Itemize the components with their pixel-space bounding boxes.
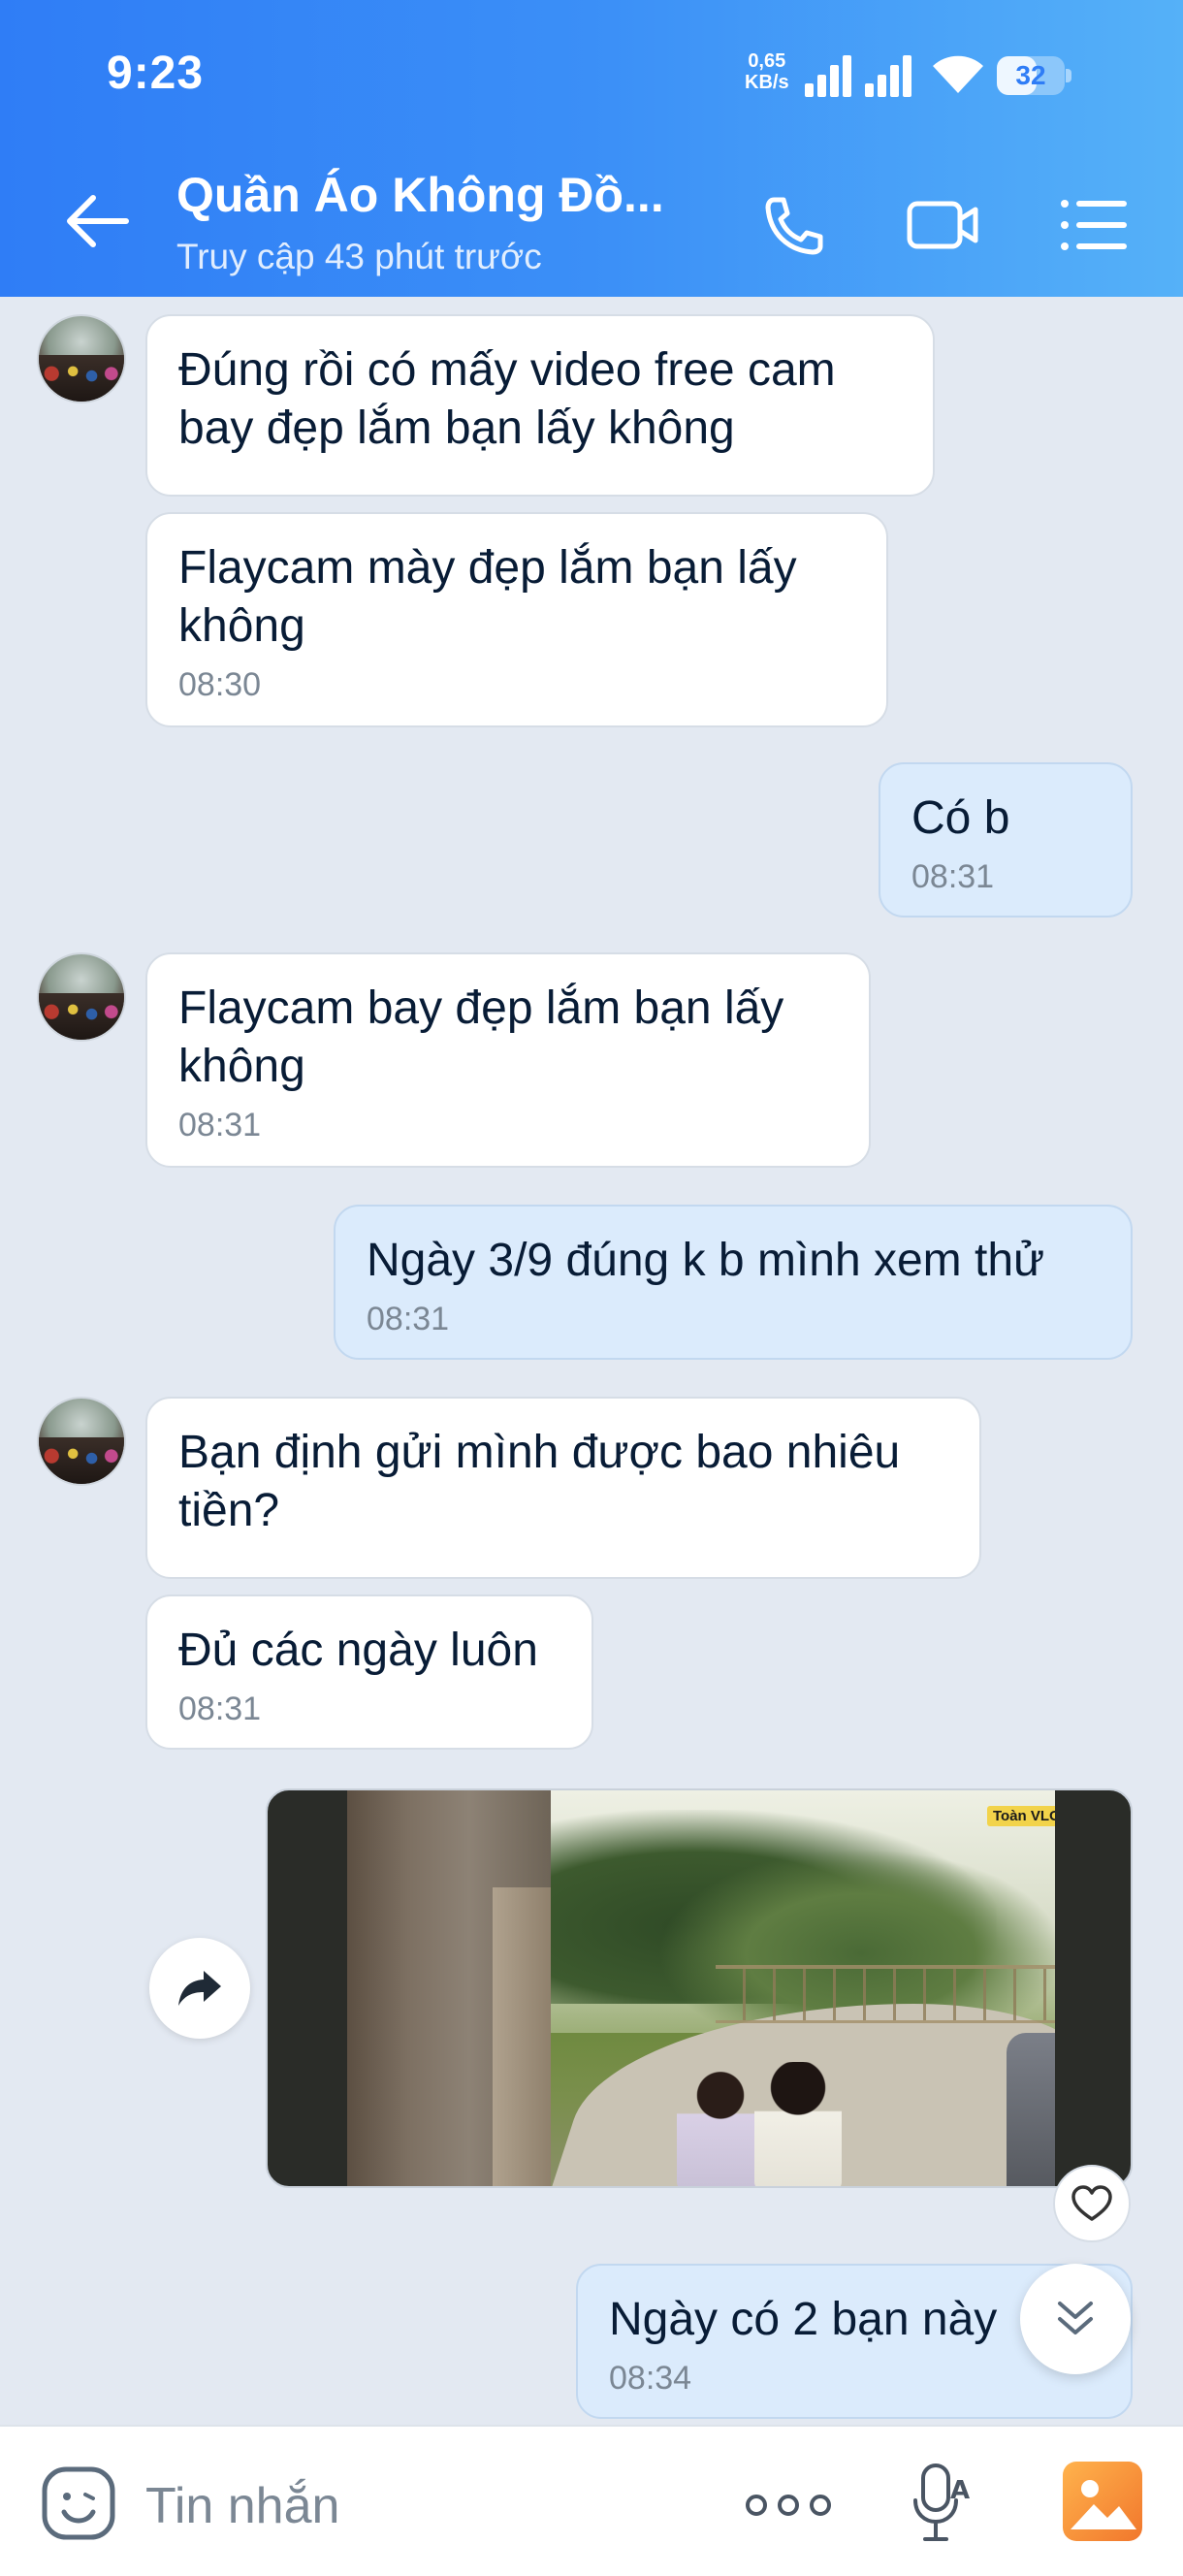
like-button[interactable] xyxy=(1053,2165,1131,2242)
scroll-to-bottom-button[interactable] xyxy=(1020,2264,1131,2374)
outgoing-message[interactable]: Có b 08:31 xyxy=(879,762,1133,918)
video-thumbnail: Toàn VLOG xyxy=(347,1790,1055,2186)
message-text: Flaycam bay đẹp lắm bạn lấy không xyxy=(178,982,784,1092)
message-list[interactable]: Đúng rồi có mấy video free cam bay đẹp l… xyxy=(0,297,1183,2425)
cell-signal-icon xyxy=(805,55,851,97)
last-seen-status: Truy cập 43 phút trước xyxy=(176,237,542,276)
message-text: Đủ các ngày luôn xyxy=(178,1625,538,1676)
status-time: 9:23 xyxy=(107,48,205,99)
svg-text:A: A xyxy=(950,2476,970,2505)
video-attachment[interactable]: Toàn VLOG xyxy=(266,1788,1133,2188)
message-text: Đúng rồi có mấy video free cam bay đẹp l… xyxy=(178,344,836,454)
share-button[interactable] xyxy=(149,1938,250,2039)
chat-title[interactable]: Quần Áo Không Đồ... xyxy=(176,167,664,223)
message-time: 08:31 xyxy=(911,858,995,895)
network-speed: 0,65 KB/s xyxy=(745,50,789,93)
list-menu-icon[interactable] xyxy=(1057,194,1135,256)
share-arrow-icon xyxy=(178,1971,221,2006)
phone-icon[interactable] xyxy=(752,194,830,256)
contact-avatar[interactable] xyxy=(37,1397,126,1486)
battery-indicator: 32 xyxy=(997,56,1071,95)
message-text: Có b xyxy=(911,792,1010,844)
more-dots-icon[interactable] xyxy=(743,2481,834,2529)
back-arrow-icon[interactable] xyxy=(58,190,136,252)
cell-signal-icon xyxy=(865,55,911,97)
heart-icon xyxy=(1071,2185,1112,2221)
incoming-message[interactable]: Đủ các ngày luôn 08:31 xyxy=(145,1594,593,1750)
incoming-message[interactable]: Bạn định gửi mình được bao nhiêu tiền? xyxy=(145,1397,981,1579)
mic-icon[interactable]: A xyxy=(911,2462,979,2545)
message-text: Flaycam mày đẹp lắm bạn lấy không xyxy=(178,542,797,652)
message-text: Bạn định gửi mình được bao nhiêu tiền? xyxy=(178,1427,901,1536)
wifi-icon xyxy=(933,55,983,93)
network-speed-unit: KB/s xyxy=(745,72,789,93)
network-speed-value: 0,65 xyxy=(748,50,786,72)
double-chevron-down-icon xyxy=(1058,2302,1093,2334)
message-time: 08:31 xyxy=(367,1301,450,1337)
message-time: 08:30 xyxy=(178,666,262,703)
message-input-bar: Tin nhắn A xyxy=(0,2425,1183,2576)
video-watermark: Toàn VLOG xyxy=(987,1806,1055,1826)
contact-avatar[interactable] xyxy=(37,952,126,1042)
image-icon[interactable] xyxy=(1063,2462,1142,2541)
incoming-message[interactable]: Đúng rồi có mấy video free cam bay đẹp l… xyxy=(145,314,935,497)
video-camera-icon[interactable] xyxy=(904,194,981,256)
message-time: 08:31 xyxy=(178,1690,262,1727)
incoming-message[interactable]: Flaycam bay đẹp lắm bạn lấy không 08:31 xyxy=(145,952,871,1168)
battery-level: 32 xyxy=(1015,60,1046,90)
chat-header: 9:23 0,65 KB/s 32 Quần Áo Không Đồ... Tr… xyxy=(0,0,1183,297)
contact-avatar[interactable] xyxy=(37,314,126,403)
message-time: 08:34 xyxy=(609,2360,692,2397)
message-input[interactable]: Tin nhắn xyxy=(145,2477,339,2535)
message-time: 08:31 xyxy=(178,1107,262,1143)
emoji-icon[interactable] xyxy=(41,2465,116,2541)
outgoing-message[interactable]: Ngày 3/9 đúng k b mình xem thử 08:31 xyxy=(334,1205,1133,1360)
incoming-message[interactable]: Flaycam mày đẹp lắm bạn lấy không 08:30 xyxy=(145,512,888,727)
message-text: Ngày 3/9 đúng k b mình xem thử xyxy=(367,1235,1045,1286)
